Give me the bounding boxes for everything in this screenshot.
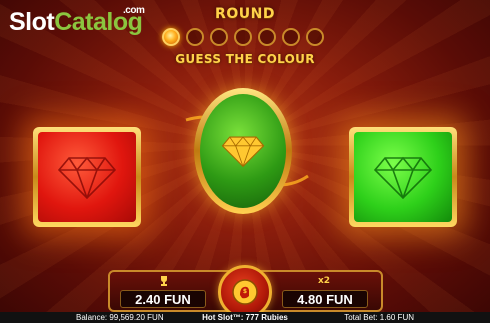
trophy-icon: [161, 276, 167, 286]
red-card-face: [38, 132, 136, 222]
status-bar: Hot Slot™: 777 Rubies Balance: 99,569.20…: [0, 312, 490, 323]
multiplier-label: x2: [318, 276, 331, 286]
svg-text:$: $: [243, 288, 247, 295]
revealed-card-face: [200, 94, 286, 208]
round-dot: [186, 28, 204, 46]
gem-icon: [57, 156, 117, 200]
revealed-card: [194, 88, 292, 214]
balance-text: Balance: 99,569.20 FUN: [76, 313, 164, 322]
gem-icon: [373, 156, 433, 200]
round-title: ROUND: [215, 6, 275, 22]
green-card-face: [354, 132, 452, 222]
red-card-button[interactable]: [33, 127, 141, 227]
round-dot: [234, 28, 252, 46]
gold-gem-icon: [221, 136, 265, 168]
round-progress: [162, 28, 324, 46]
total-bet-text: Total Bet: 1.60 FUN: [344, 313, 414, 322]
collect-button[interactable]: $: [218, 265, 272, 319]
hand-icon: $: [232, 279, 258, 305]
round-dot: [162, 28, 180, 46]
green-card-button[interactable]: [349, 127, 457, 227]
current-win-value: 2.40 FUN: [120, 290, 206, 308]
round-dot: [210, 28, 228, 46]
game-name: Hot Slot™: 777 Rubies: [202, 313, 288, 322]
instruction-text: GUESS THE COLOUR: [175, 52, 315, 66]
round-dot: [306, 28, 324, 46]
next-win-value: 4.80 FUN: [282, 290, 368, 308]
round-dot: [282, 28, 300, 46]
round-dot: [258, 28, 276, 46]
